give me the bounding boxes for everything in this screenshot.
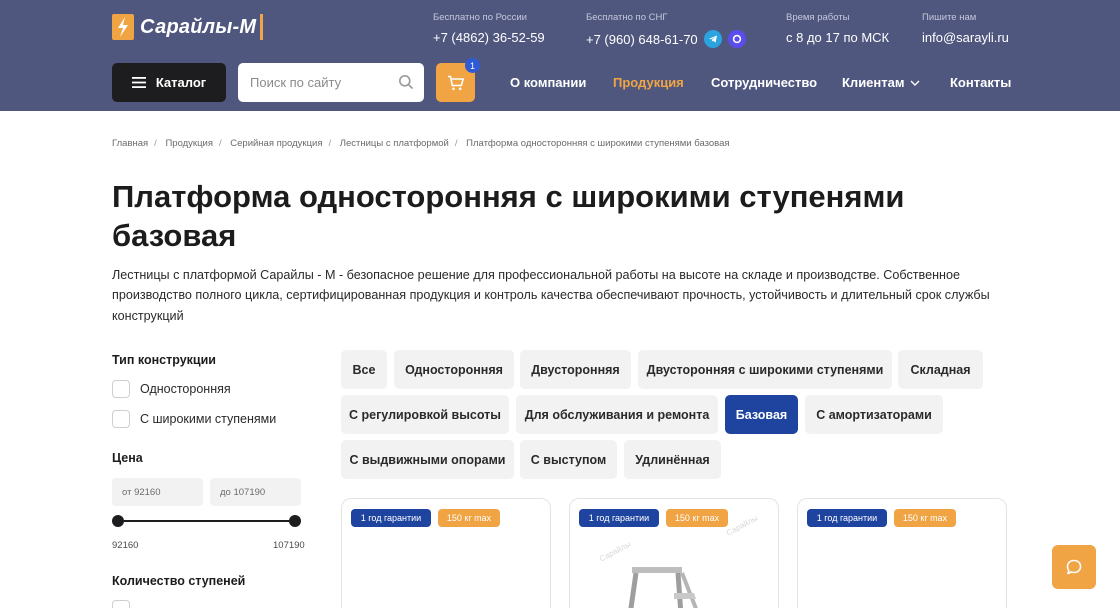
price-to-input[interactable]: до 107190 [210,478,301,506]
contact-label: Пишите нам [922,12,977,23]
warranty-badge: 1 год гарантии [807,509,887,527]
chat-button[interactable] [1052,545,1096,589]
breadcrumb-item[interactable]: Лестницы с платформой [340,138,449,149]
chip-sliding-supports[interactable]: С выдвижными опорами [341,440,514,479]
product-card[interactable]: 1 год гарантии 150 кг max [341,498,551,608]
warranty-badge: 1 год гарантии [579,509,659,527]
chip-basic[interactable]: Базовая [725,395,798,434]
product-card[interactable]: 1 год гарантии 150 кг max Сарайлы Сарайл… [569,498,779,608]
search-icon[interactable] [398,74,414,90]
breadcrumb: Главная / Продукция / Серийная продукция / … [112,138,730,149]
logo-bolt-icon [112,14,134,40]
checkbox[interactable] [112,600,130,608]
chevron-down-icon [910,80,920,86]
chip-protrusion[interactable]: С выступом [520,440,617,479]
price-from-input[interactable]: от 92160 [112,478,203,506]
breadcrumb-current: Платформа односторонняя с широкими ступе… [466,138,730,149]
breadcrumb-item[interactable]: Главная [112,138,148,149]
filter-construction-title: Тип конструкции [112,353,216,367]
logo-accent-bar [260,14,264,40]
nav-cooperation[interactable]: Сотрудничество [711,75,817,90]
contact-email: Пишите нам info@sarayli.ru [922,12,1009,45]
load-badge: 150 кг max [666,509,728,527]
cart-count-badge: 1 [465,58,480,73]
price-slider-max-handle[interactable] [289,515,301,527]
chip-double-sided[interactable]: Двусторонняя [520,350,631,389]
filter-option-one-sided[interactable]: Односторонняя [112,380,231,398]
price-max-value: 107190 [273,540,305,551]
checkbox[interactable] [112,380,130,398]
filter-price-title: Цена [112,451,143,465]
menu-icon [131,77,146,88]
price-slider-track[interactable] [118,520,295,522]
catalog-label: Каталог [155,75,207,90]
filter-steps-option[interactable] [112,600,140,608]
work-hours: с 8 до 17 по МСК [786,30,890,45]
phone-russia-link[interactable]: +7 (4862) 36-52-59 [433,30,545,45]
load-badge: 150 кг max [438,509,500,527]
chip-height-adjust[interactable]: С регулировкой высоты [341,395,509,434]
site-logo[interactable]: Сарайлы-М [112,13,264,41]
contact-cis: Бесплатно по СНГ +7 (960) 648-61-70 [586,12,746,48]
contact-label: Бесплатно по СНГ [586,12,668,23]
product-image-ladder [628,567,698,608]
warranty-badge: 1 год гарантии [351,509,431,527]
load-badge: 150 кг max [894,509,956,527]
search-box [238,63,424,102]
cart-icon [447,75,464,90]
breadcrumb-item[interactable]: Продукция [165,138,213,149]
telegram-icon[interactable] [703,30,722,48]
nav-clients-label: Клиентам [842,75,905,90]
chip-extended[interactable]: Удлинённая [624,440,721,479]
page-title: Платформа односторонняя с широкими ступе… [112,179,905,253]
phone-cis-link[interactable]: +7 (960) 648-61-70 [586,32,698,47]
nav-about[interactable]: О компании [510,75,586,90]
price-min-value: 92160 [112,540,139,551]
chip-maintenance[interactable]: Для обслуживания и ремонта [516,395,718,434]
email-link[interactable]: info@sarayli.ru [922,30,1009,45]
filter-steps-title: Количество ступеней [112,574,246,588]
contact-russia: Бесплатно по России +7 (4862) 36-52-59 [433,12,545,45]
max-messenger-icon[interactable] [727,30,746,48]
chat-bubble-icon [1066,559,1082,575]
cart-button[interactable]: 1 [436,58,480,102]
image-watermark: Сарайлы [724,513,760,538]
contact-label: Бесплатно по России [433,12,527,23]
checkbox[interactable] [112,410,130,428]
chip-shock-absorbers[interactable]: С амортизаторами [805,395,943,434]
chip-folding[interactable]: Складная [898,350,983,389]
filter-option-label: С широкими ступенями [140,412,277,426]
site-header: Сарайлы-М Бесплатно по России +7 (4862) … [0,0,1120,111]
contact-label: Время работы [786,12,850,23]
logo-text: Сарайлы-М [140,15,257,38]
product-card[interactable]: 1 год гарантии 150 кг max [797,498,1007,608]
nav-products[interactable]: Продукция [613,75,684,90]
intro-text: Лестницы с платформой Сарайлы - М - безо… [112,268,990,323]
nav-contacts[interactable]: Контакты [950,75,1011,90]
catalog-button[interactable]: Каталог [112,63,226,102]
price-slider-min-handle[interactable] [112,515,124,527]
chip-double-sided-wide[interactable]: Двусторонняя с широкими ступенями [638,350,892,389]
chip-one-sided[interactable]: Односторонняя [394,350,514,389]
search-input[interactable] [250,75,390,90]
filter-option-label: Односторонняя [140,382,231,396]
contact-hours: Время работы с 8 до 17 по МСК [786,12,889,45]
breadcrumb-item[interactable]: Серийная продукция [230,138,322,149]
filter-option-wide-steps[interactable]: С широкими ступенями [112,410,276,428]
nav-clients[interactable]: Клиентам [842,75,920,90]
chip-all[interactable]: Все [341,350,387,389]
